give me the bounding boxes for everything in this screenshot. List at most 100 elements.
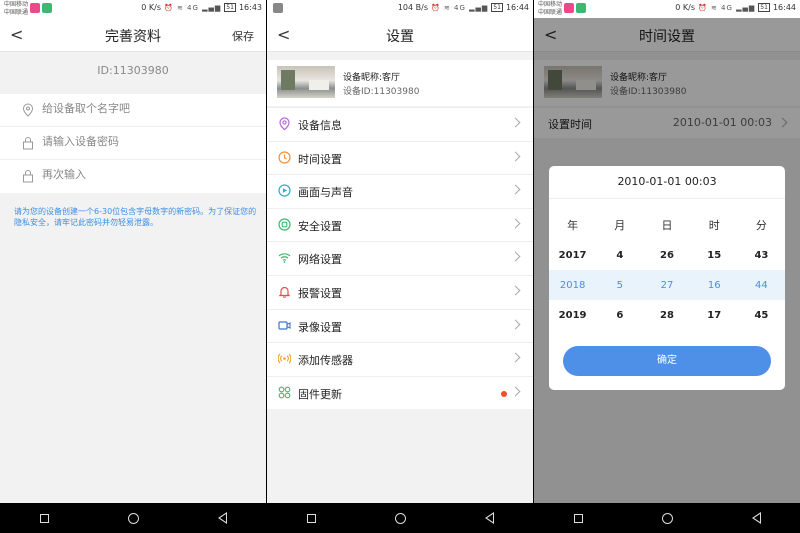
settings-menu-item[interactable]: 网络设置 xyxy=(267,241,533,275)
chevron-right-icon xyxy=(510,352,521,363)
menu-item-label: 画面与声音 xyxy=(298,186,353,200)
status-bar: 104 B/s ⏰ ≋ 4G ▂▄▆ 51 16:44 xyxy=(267,0,533,18)
device-id: ID:11303980 xyxy=(97,64,169,77)
datetime-picker-dialog: 2010-01-01 00:03 年 月 日 时 分 2017 4 26 15 … xyxy=(549,166,785,390)
back-nav-icon[interactable] xyxy=(751,512,761,524)
datetime-picker[interactable]: 年 月 日 时 分 2017 4 26 15 43 2018 5 27 16 4… xyxy=(549,210,785,330)
home-icon[interactable] xyxy=(127,512,139,524)
hour-option[interactable]: 17 xyxy=(691,310,738,321)
chevron-right-icon xyxy=(510,151,521,162)
password-input[interactable] xyxy=(42,135,252,148)
settings-menu-item[interactable]: 固件更新 xyxy=(267,375,533,410)
app-header: < 完善资料 保存 xyxy=(0,18,266,52)
settings-menu-item[interactable]: 录像设置 xyxy=(267,308,533,343)
year-option[interactable]: 2019 xyxy=(549,310,596,321)
hour-option[interactable]: 15 xyxy=(691,250,738,261)
device-name-row xyxy=(0,94,266,127)
recents-icon[interactable] xyxy=(39,513,49,523)
chevron-right-icon xyxy=(510,184,521,195)
menu-item-label: 设备信息 xyxy=(298,119,342,132)
confirm-button[interactable]: 确定 xyxy=(563,346,771,376)
carrier-1: 中国移动 xyxy=(538,1,563,8)
video-camera-icon xyxy=(278,320,291,330)
picker-row[interactable]: 2019 6 28 17 45 xyxy=(549,300,785,330)
minute-header: 分 xyxy=(755,219,767,232)
app-header: < 设置 xyxy=(267,18,533,52)
save-button[interactable]: 保存 xyxy=(232,28,254,44)
battery-icon: 51 xyxy=(224,3,236,12)
back-nav-icon[interactable] xyxy=(484,512,494,524)
notification-icons xyxy=(273,3,283,13)
carrier-2: 中国联通 xyxy=(4,9,29,16)
network-speed: 0 K/s xyxy=(675,3,695,12)
menu-item-label: 安全设置 xyxy=(298,219,342,233)
menu-item-label: 报警设置 xyxy=(298,286,342,300)
device-id: 设备ID:11303980 xyxy=(343,87,420,97)
confirm-password-input[interactable] xyxy=(42,168,252,181)
notification-icons xyxy=(30,3,52,13)
battery-icon: 51 xyxy=(758,3,770,12)
picker-row[interactable]: 2017 4 26 15 43 xyxy=(549,240,785,270)
minute-option[interactable]: 45 xyxy=(738,310,785,321)
play-icon xyxy=(278,184,291,197)
home-icon[interactable] xyxy=(394,512,406,524)
chevron-right-icon xyxy=(510,218,521,229)
puzzle-icon xyxy=(278,386,291,399)
month-header: 月 xyxy=(614,219,626,232)
profile-form xyxy=(0,94,266,193)
password-row xyxy=(0,127,266,160)
day-option[interactable]: 26 xyxy=(643,250,690,261)
settings-menu-item[interactable]: 时间设置 xyxy=(267,140,533,175)
month-option[interactable]: 5 xyxy=(596,280,643,291)
password-hint: 请为您的设备创建一个6-30位包含字母数字的新密码。为了保证您的隐私安全，请牢记… xyxy=(14,207,257,227)
home-icon[interactable] xyxy=(661,512,673,524)
chevron-right-icon xyxy=(510,285,521,296)
bell-icon xyxy=(278,286,291,298)
network-speed: 104 B/s xyxy=(397,3,428,12)
settings-menu-item[interactable]: 添加传感器 xyxy=(267,342,533,376)
settings-menu-item[interactable]: 设备信息 xyxy=(267,107,533,141)
location-pin-icon xyxy=(279,117,290,130)
status-right: 104 B/s ⏰ ≋ 4G ▂▄▆ 51 16:44 xyxy=(398,3,529,12)
settings-screen: 104 B/s ⏰ ≋ 4G ▂▄▆ 51 16:44 < 设置 设备昵称:客厅… xyxy=(267,0,533,533)
app-notification-icon xyxy=(564,3,574,13)
status-bar: 中国移动 中国联通 0 K/s ⏰ ≋ 4G ▂▄▆ 51 16:44 xyxy=(534,0,800,18)
device-name-input[interactable] xyxy=(42,102,252,115)
settings-menu-item[interactable]: 画面与声音 xyxy=(267,174,533,208)
menu-item-label: 网络设置 xyxy=(298,253,342,267)
picker-row-selected[interactable]: 2018 5 27 16 44 xyxy=(549,270,785,300)
recents-icon[interactable] xyxy=(306,513,316,523)
month-option[interactable]: 4 xyxy=(596,250,643,261)
status-right: 0 K/s ⏰ ≋ 4G ▂▄▆ 51 16:43 xyxy=(141,3,262,12)
android-nav-bar xyxy=(0,503,266,533)
year-option[interactable]: 2017 xyxy=(549,250,596,261)
back-nav-icon[interactable] xyxy=(217,512,227,524)
page-title: 完善资料 xyxy=(105,29,161,45)
hour-option[interactable]: 16 xyxy=(691,280,738,291)
update-badge xyxy=(501,390,507,397)
recents-icon[interactable] xyxy=(573,513,583,523)
lock-icon xyxy=(23,170,33,183)
status-bar: 中国移动 中国联通 0 K/s ⏰ ≋ 4G ▂▄▆ 51 16:43 xyxy=(0,0,266,18)
confirm-password-row xyxy=(0,160,266,193)
settings-menu-item[interactable]: 报警设置 xyxy=(267,274,533,309)
minute-option[interactable]: 43 xyxy=(738,250,785,261)
chevron-right-icon xyxy=(510,319,521,330)
app-notification-icon xyxy=(42,3,52,13)
system-status-icons: ⏰ ≋ 4G ▂▄▆ xyxy=(431,3,489,12)
system-status-icons: ⏰ ≋ 4G ▂▄▆ xyxy=(698,3,756,12)
app-notification-icon xyxy=(576,3,586,13)
day-option[interactable]: 27 xyxy=(643,280,690,291)
status-right: 0 K/s ⏰ ≋ 4G ▂▄▆ 51 16:44 xyxy=(675,3,796,12)
modal-overlay[interactable]: 2010-01-01 00:03 年 月 日 时 分 2017 4 26 15 … xyxy=(534,18,800,503)
month-option[interactable]: 6 xyxy=(596,310,643,321)
settings-menu-item[interactable]: 安全设置 xyxy=(267,207,533,242)
device-card[interactable]: 设备昵称:客厅 设备ID:11303980 xyxy=(267,60,533,106)
clock-time: 16:44 xyxy=(505,3,529,12)
day-option[interactable]: 28 xyxy=(643,310,690,321)
device-nickname: 设备昵称:客厅 xyxy=(343,73,401,83)
chevron-right-icon xyxy=(510,251,521,262)
notification-icons xyxy=(564,3,586,13)
minute-option[interactable]: 44 xyxy=(738,280,785,291)
year-option[interactable]: 2018 xyxy=(549,280,596,291)
